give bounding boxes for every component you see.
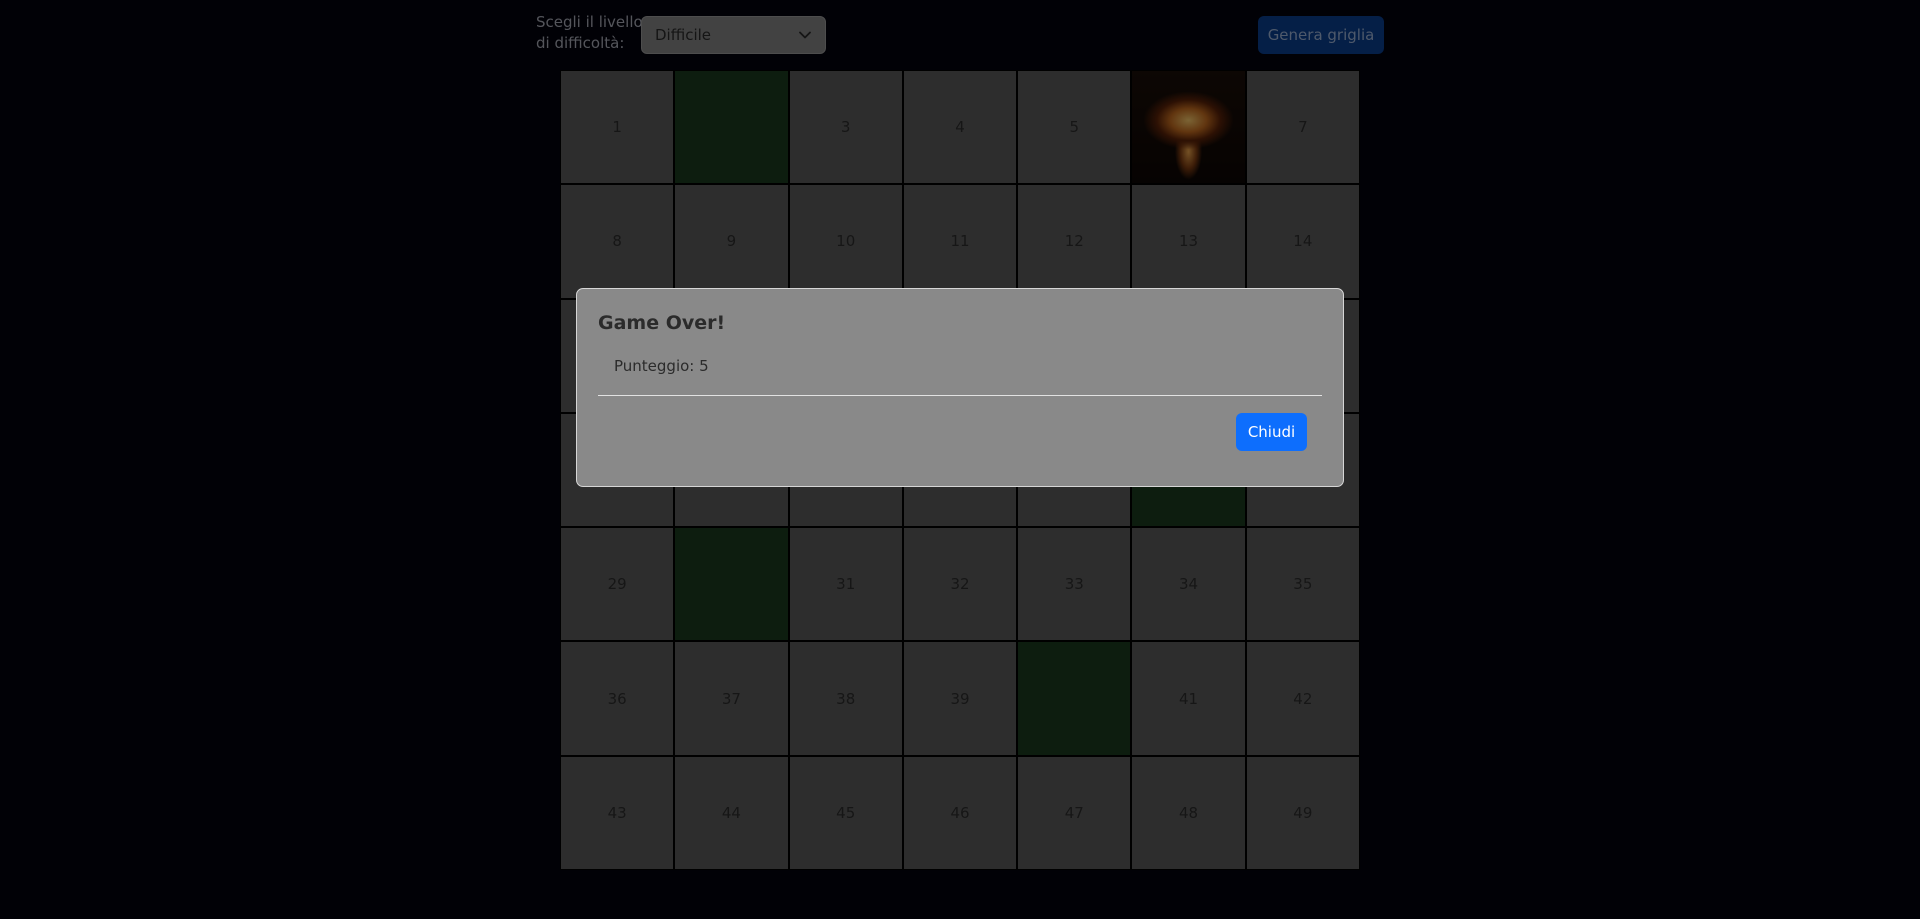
game-over-modal: Game Over! Punteggio: 5 Chiudi [576,288,1344,487]
close-button[interactable]: Chiudi [1236,413,1307,451]
modal-title: Game Over! [598,312,726,334]
modal-divider [598,395,1322,396]
score-text: Punteggio: 5 [614,357,709,375]
